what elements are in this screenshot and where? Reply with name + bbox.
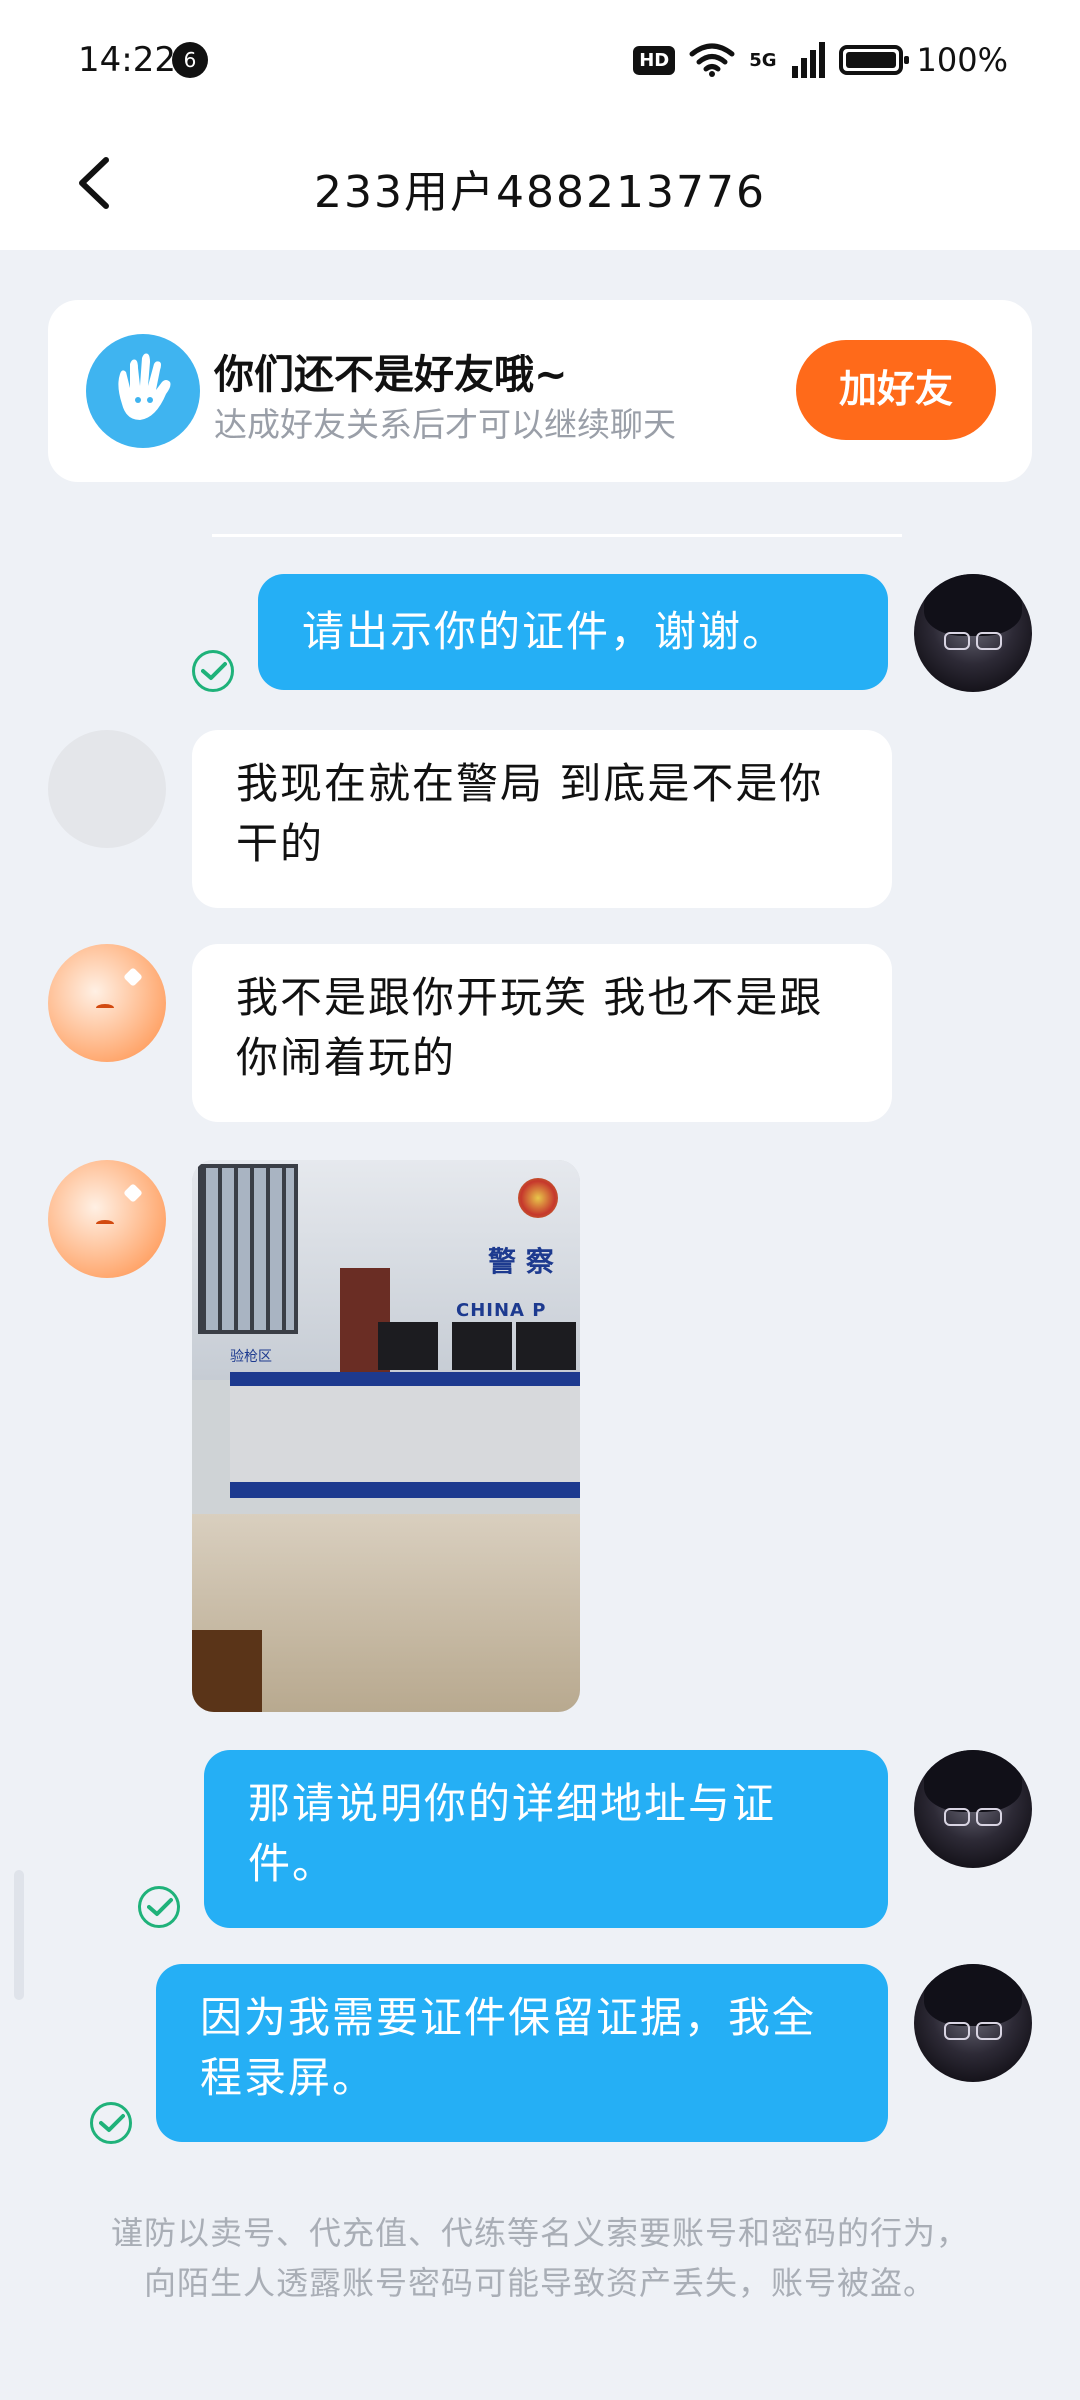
status-bar: 14:22 6 HD 5G 100%	[0, 0, 1080, 120]
read-check-icon	[138, 1886, 180, 1928]
photo-label: 验枪区	[230, 1349, 272, 1365]
signal-icon	[791, 42, 825, 78]
avatar[interactable]	[48, 730, 166, 848]
status-time: 14:22	[78, 40, 176, 80]
avatar[interactable]	[914, 1750, 1032, 1868]
police-emblem	[518, 1178, 558, 1218]
not-friends-title: 你们还不是好友哦~	[214, 352, 568, 398]
message-image[interactable]: 警 察 CHINA P 验枪区	[192, 1160, 580, 1712]
not-friends-card: 你们还不是好友哦~ 达成好友关系后才可以继续聊天 加好友	[48, 300, 1032, 482]
message-bubble-incoming[interactable]: 我不是跟你开玩笑 我也不是跟你闹着玩的	[192, 944, 892, 1122]
divider	[212, 534, 902, 537]
avatar[interactable]	[914, 1964, 1032, 2082]
message-bubble-outgoing[interactable]: 因为我需要证件保留证据，我全程录屏。	[156, 1964, 888, 2142]
notification-badge: 6	[172, 42, 208, 78]
read-check-icon	[90, 2102, 132, 2144]
read-check-icon	[192, 650, 234, 692]
wave-hand-icon	[86, 334, 200, 448]
safety-notice: 谨防以卖号、代充值、代练等名义索要账号和密码的行为，向陌生人透露账号密码可能导致…	[110, 2214, 969, 2302]
battery-percent: 100%	[916, 41, 1008, 79]
wifi-icon	[689, 43, 735, 77]
network-type: 5G	[749, 49, 777, 71]
battery-icon	[838, 45, 909, 75]
message-bubble-outgoing[interactable]: 请出示你的证件，谢谢。	[258, 574, 888, 690]
scrollbar[interactable]	[14, 1870, 24, 2000]
photo-sign-english: CHINA P	[456, 1300, 547, 1321]
photo-sign: 警 察	[488, 1245, 554, 1278]
add-friend-button[interactable]: 加好友	[796, 340, 996, 440]
chat-title: 233用户488213776	[314, 167, 766, 218]
avatar[interactable]	[48, 1160, 166, 1278]
not-friends-subtitle: 达成好友关系后才可以继续聊天	[214, 405, 676, 444]
message-bubble-outgoing[interactable]: 那请说明你的详细地址与证件。	[204, 1750, 888, 1928]
chat-header: 233用户488213776	[0, 120, 1080, 250]
message-bubble-incoming[interactable]: 我现在就在警局 到底是不是你干的	[192, 730, 892, 908]
avatar[interactable]	[914, 574, 1032, 692]
status-icons: HD 5G 100%	[633, 38, 1008, 82]
hd-icon: HD	[633, 45, 676, 75]
avatar[interactable]	[48, 944, 166, 1062]
